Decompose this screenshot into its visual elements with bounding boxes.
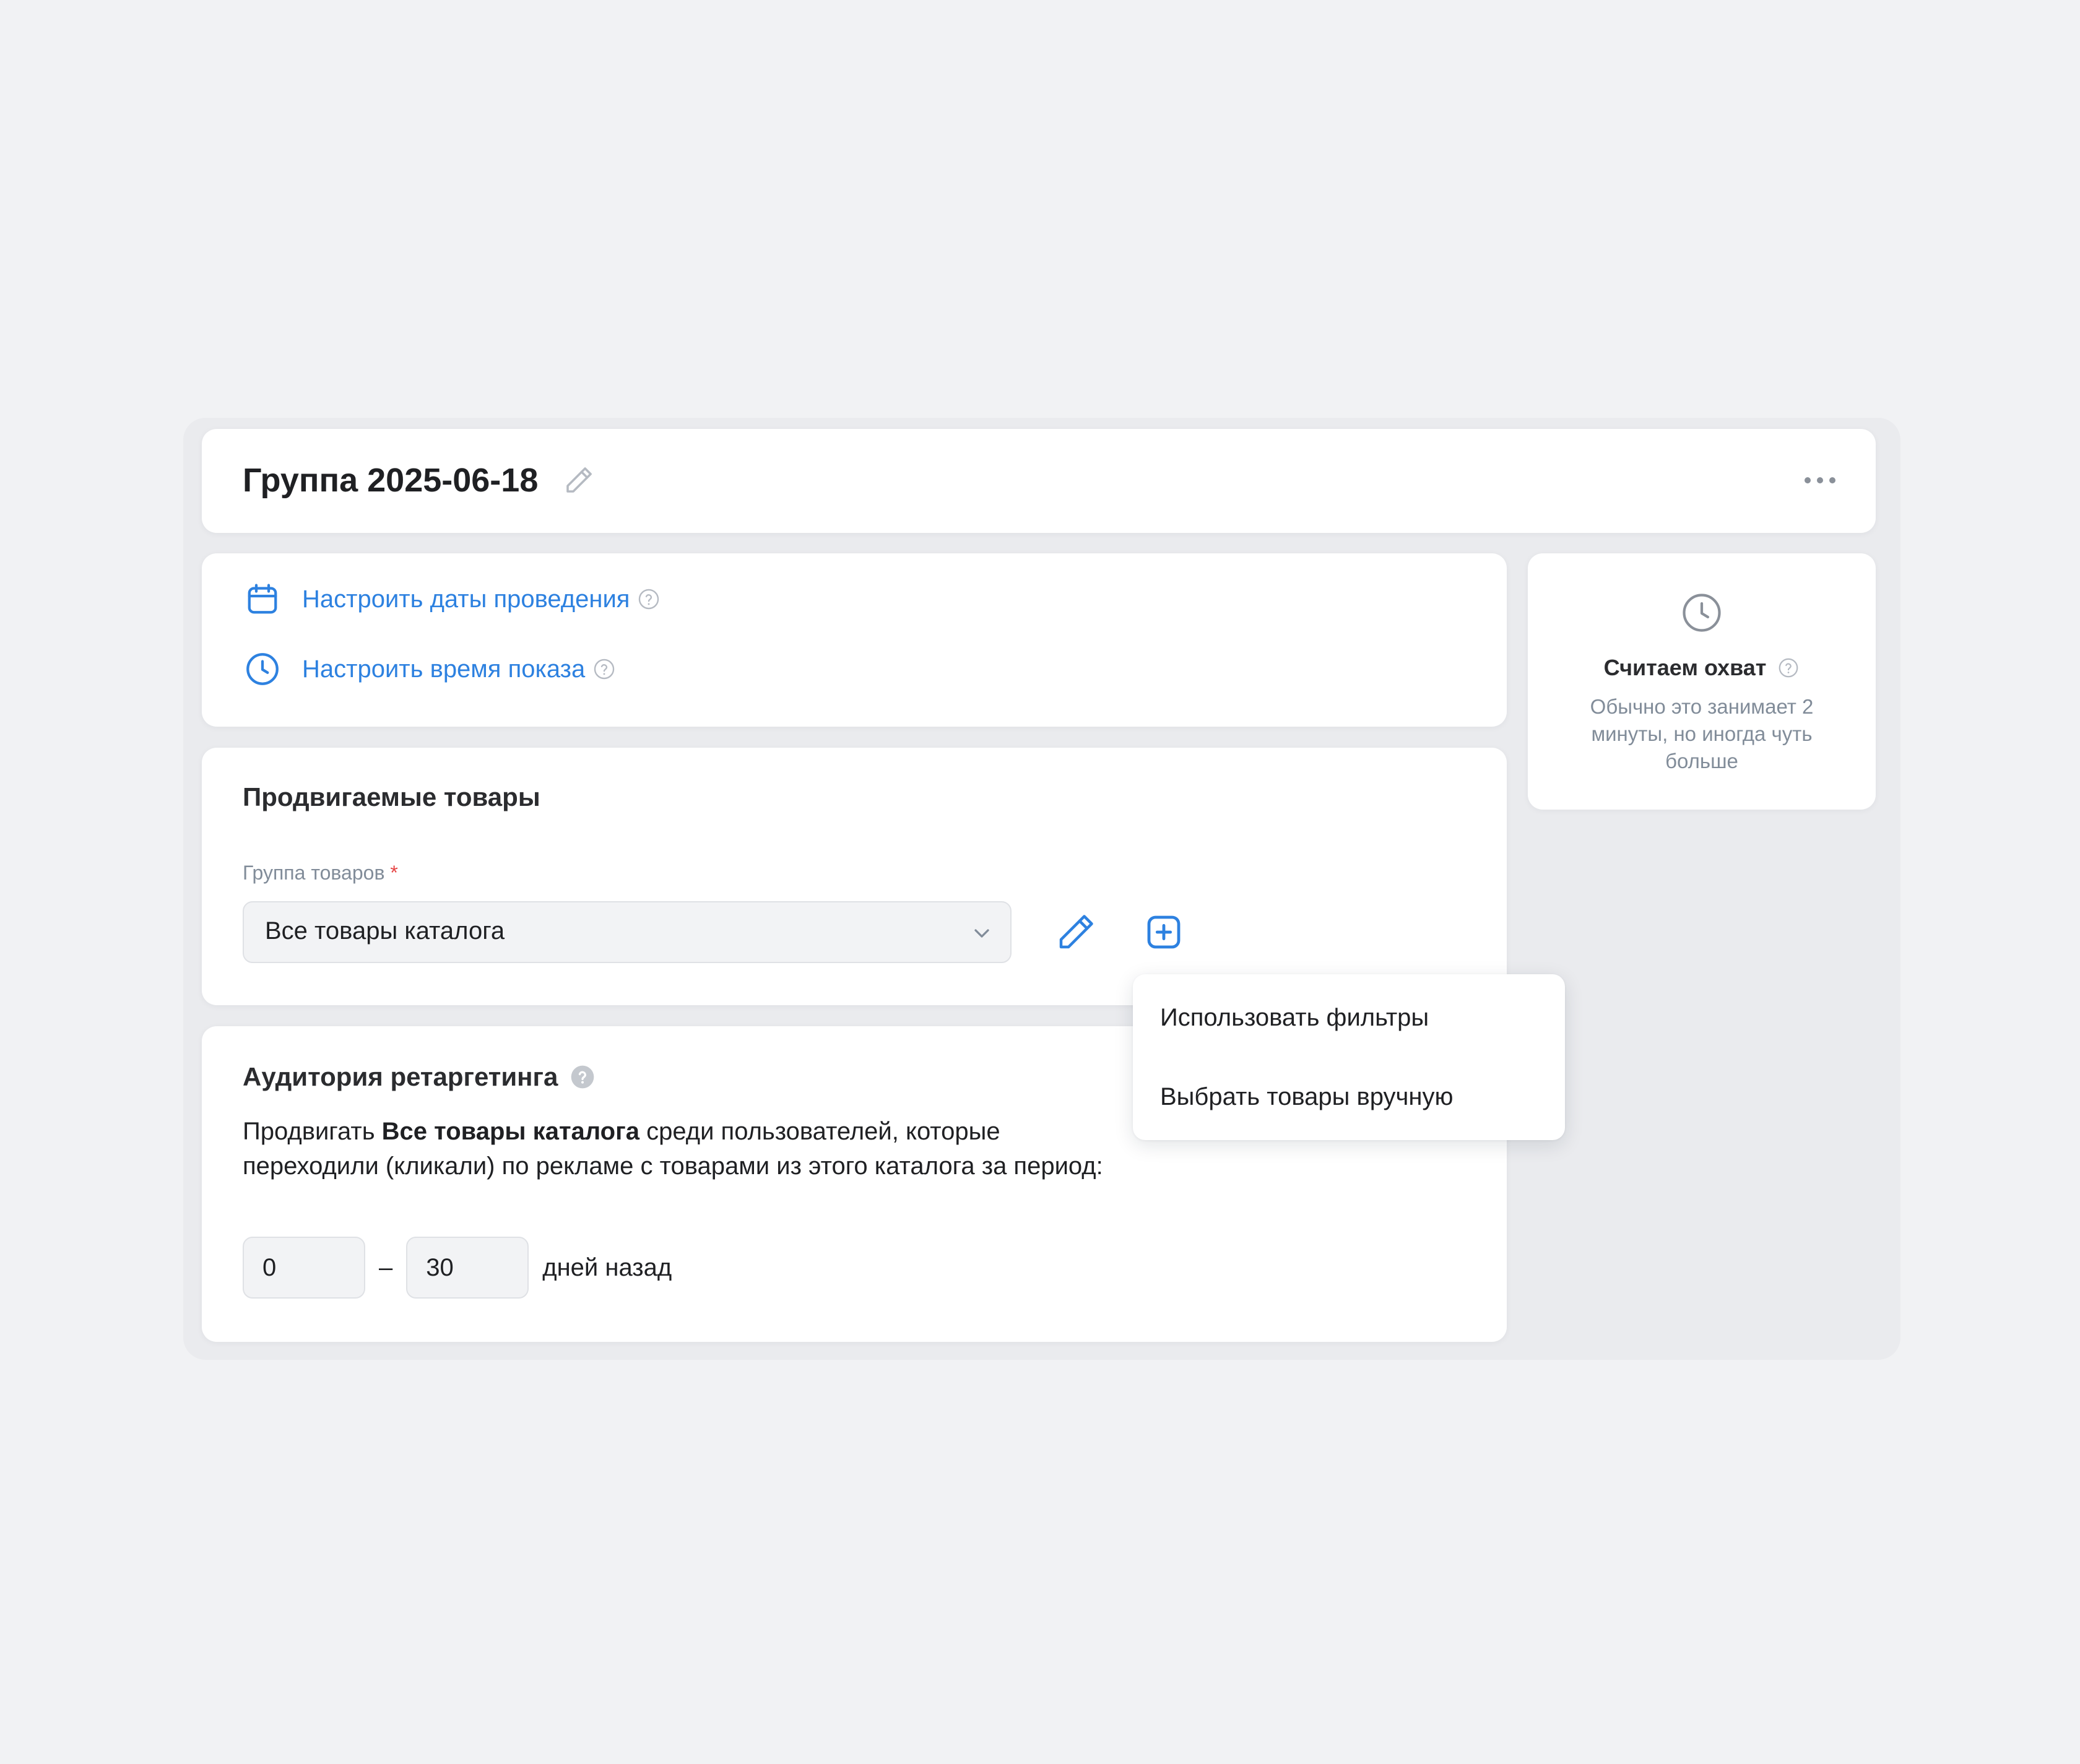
help-icon[interactable] xyxy=(637,587,661,611)
pencil-icon[interactable] xyxy=(1054,910,1098,954)
retargeting-title: Аудитория ретаргетинга xyxy=(243,1062,558,1091)
period-from-input[interactable] xyxy=(243,1237,365,1299)
retargeting-desc-bold: Все товары каталога xyxy=(381,1118,639,1145)
plus-square-icon[interactable] xyxy=(1144,912,1184,952)
menu-item-select-manually[interactable]: Выбрать товары вручную xyxy=(1133,1066,1565,1128)
range-dash: – xyxy=(379,1253,393,1281)
clock-icon xyxy=(246,653,279,685)
clock-icon xyxy=(1683,594,1721,632)
chevron-down-icon xyxy=(974,929,989,938)
help-icon[interactable] xyxy=(1777,657,1800,679)
group-title: Группа 2025-06-18 xyxy=(243,462,539,499)
retargeting-desc-prefix: Продвигать xyxy=(243,1118,375,1145)
promoted-products-card: Продвигаемые товары Группа товаров * Все… xyxy=(202,748,1507,1005)
configure-dates-label: Настроить даты проведения xyxy=(302,586,630,613)
help-icon[interactable] xyxy=(570,1065,595,1089)
period-range: – дней назад xyxy=(243,1237,672,1299)
configure-time-label: Настроить время показа xyxy=(302,655,586,683)
required-mark: * xyxy=(390,862,398,884)
menu-item-use-filters[interactable]: Использовать фильтры xyxy=(1133,987,1565,1048)
product-group-select[interactable]: Все товары каталога xyxy=(243,901,1012,963)
more-options-button[interactable] xyxy=(1801,465,1839,496)
calendar-icon xyxy=(248,584,277,614)
reach-title: Считаем охват xyxy=(1528,655,1876,681)
retargeting-description: Продвигать Все товары каталога среди пол… xyxy=(243,1114,1109,1183)
reach-title-label: Считаем охват xyxy=(1603,655,1767,680)
product-group-value: Все товары каталога xyxy=(265,917,505,945)
more-horizontal-icon xyxy=(1805,477,1835,483)
add-products-menu: Использовать фильтры Выбрать товары вруч… xyxy=(1133,974,1565,1140)
pencil-icon[interactable] xyxy=(562,464,596,497)
reach-description: Обычно это занимает 2 минуты, но иногда … xyxy=(1590,695,1814,772)
range-suffix-label: дней назад xyxy=(542,1253,672,1281)
group-header: Группа 2025-06-18 xyxy=(202,429,1876,533)
schedule-card: Настроить даты проведения Настроить врем… xyxy=(202,553,1507,727)
retargeting-header: Аудитория ретаргетинга xyxy=(243,1062,595,1092)
configure-dates-link[interactable]: Настроить даты проведения xyxy=(244,581,661,618)
product-group-label: Группа товаров * xyxy=(243,862,398,884)
reach-estimate-card: Считаем охват Обычно это занимает 2 мину… xyxy=(1528,553,1876,810)
period-to-input[interactable] xyxy=(406,1237,529,1299)
product-group-label-text: Группа товаров xyxy=(243,862,385,884)
configure-time-link[interactable]: Настроить время показа xyxy=(244,651,616,688)
help-icon[interactable] xyxy=(592,657,616,681)
promoted-products-title: Продвигаемые товары xyxy=(243,782,540,811)
